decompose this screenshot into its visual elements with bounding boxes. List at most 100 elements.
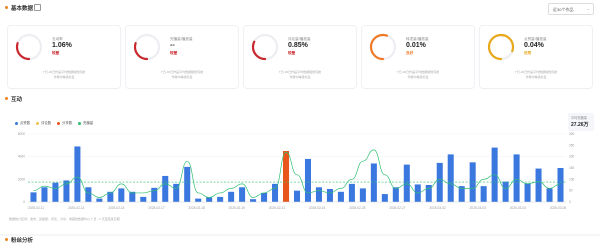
bar-likes [315,187,322,202]
period-select-label: 近30个作品 [553,6,574,12]
bar-likes [217,196,224,202]
kpi-card: 点赞量/播放量 0.04% 优秀 T日-30日作品平均数据相较同类 作者中等级标… [479,25,593,89]
gauge-ring [251,33,279,61]
bar-likes [337,191,344,202]
interaction-chart: 60004000200003002502001501005002025-02-1… [18,132,575,210]
y-right-tick-label: 200 [569,155,575,159]
kpi-card: 转发量/播放量 0.01% 良好 T日-30日作品平均数据相较同类 作者中等级标… [361,25,475,89]
y-tick-label: 2000 [18,177,25,181]
kpi-card: 完播量/播放量 -- 较差 T日-30日作品平均数据相较同类 作者中等级标签 [125,25,239,89]
bar-likes [52,182,59,202]
kpi-note: 作者中等级标签 [525,75,547,79]
kpi-value: 0.85% [288,41,308,49]
kpi-value: -- [170,41,175,49]
bar-likes [524,183,531,202]
gauge-ring [369,33,397,61]
x-tick-label: 2025-02-27 [389,206,406,210]
kpi-note: T日-30日作品平均数据相较同类 [42,70,86,74]
kpi-note: 作者中等级标签 [289,75,311,79]
kpi-note: 作者中等级标签 [171,75,193,79]
kpi-level: 优秀 [524,51,532,55]
bar-likes [74,146,81,202]
kpi-value: 1.06% [52,41,72,49]
bar-likes [140,196,147,202]
x-tick-label: 2025-02-18 [188,206,205,210]
y-tick-label: 4000 [18,155,25,159]
avg-label: 平均完播量 [571,116,587,120]
x-tick-label: 2025-02-24 [309,206,326,210]
kpi-level: 较差 [170,51,178,55]
kpi-note: 作者中等级标签 [407,75,429,79]
bar-likes [228,191,235,202]
kpi-note: T日-30日作品平均数据相较同类 [514,70,558,74]
x-tick-label: 2025-02-17 [148,206,165,210]
bar-likes [162,175,169,202]
chart-footnote: 数据统计区间：发布、完播量、评论、分享、收藏的数据均以 T 日 - 1 天至结束… [9,217,120,221]
kpi-level: 较差 [52,51,60,55]
chevron-down-icon: ⌄ [586,6,590,11]
bar-likes [535,168,542,202]
kpi-level: 良好 [406,51,414,55]
y-tick-label: 0 [23,200,25,204]
kpi-card: 评论量/播放量 0.85% 较差 T日-30日作品平均数据相较同类 作者中等级标… [243,25,357,89]
gauge-ring [133,33,161,61]
y-right-tick-label: 300 [569,132,575,136]
basic-data-title: 基本数据 [11,6,34,12]
bar-likes [436,162,443,202]
bar-likes [195,198,202,202]
period-select[interactable]: 近30个作品 ⌄ [548,3,594,15]
bar-shares [283,151,290,202]
bar-likes [370,163,377,202]
bar-likes [447,154,454,202]
bar-likes [129,191,136,202]
gauge-ring [487,33,515,61]
bar-likes [502,181,509,202]
bar-likes [381,194,388,202]
kpi-note: T日-30日作品平均数据相较同类 [160,70,204,74]
y-right-tick-label: 100 [569,177,575,181]
x-tick-label: 2025-02-11 [28,206,44,210]
kpi-level: 较差 [288,51,296,55]
x-tick-label: 2025-02-21 [269,206,286,210]
bar-likes [293,190,301,202]
bar-likes [250,199,257,202]
kpi-note: T日-30日作品平均数据相较同类 [278,70,322,74]
x-tick-label: 2025-03-03 [470,206,487,210]
bar-likes [118,188,125,202]
y-right-tick-label: 50 [569,189,573,193]
kpi-value: 0.04% [524,41,544,49]
x-tick-label: 2025-03-02 [429,206,446,210]
section-marker [5,6,8,9]
bar-likes [557,168,564,202]
fans-panel: 粉丝分析 [0,236,600,246]
x-tick-label: 2025-02-19 [229,206,246,210]
x-tick-label: 2025-03-04 [510,206,527,210]
interaction-title: 互动 [11,97,23,103]
y-tick-label: 6000 [18,132,25,136]
x-tick-label: 2025-02-15 [108,206,125,210]
x-tick-label: 2025-03-06 [550,206,567,210]
kpi-note: 作者中等级标签 [53,75,75,79]
basic-data-panel: 基本数据 近30个作品 ⌄ 互动率 1.06% 较差 T日-30日作品平均数据相… [0,0,600,94]
bar-likes [30,192,37,202]
bar-likes [513,154,520,202]
x-tick-label: 2025-02-13 [68,206,85,210]
bar-likes [392,187,399,202]
bar-likes [206,197,213,202]
bar-likes [184,166,191,202]
fans-title: 粉丝分析 [11,238,34,244]
bar-likes [261,192,268,202]
bar-likes [546,188,553,202]
bar-likes [403,164,410,202]
kpi-note: T日-30日作品平均数据相较同类 [396,70,440,74]
kpi-value: 0.01% [406,41,426,49]
y-right-tick-label: 0 [569,200,571,204]
section-marker [5,97,8,100]
kpi-card: 互动率 1.06% 较差 T日-30日作品平均数据相较同类 作者中等级标签 [7,25,121,89]
export-icon[interactable] [34,4,41,11]
bar-likes [480,186,487,202]
bar-likes [96,198,103,202]
y-right-tick-label: 250 [569,143,575,147]
gauge-ring [15,33,43,61]
x-tick-label: 2025-02-25 [349,206,366,210]
